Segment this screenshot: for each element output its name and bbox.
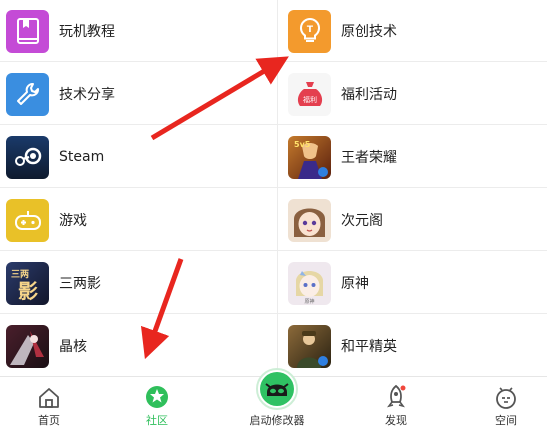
forum-item-label: 游戏 bbox=[59, 213, 87, 229]
forum-item-label: 和平精英 bbox=[341, 339, 397, 355]
forum-item-label: 次元阁 bbox=[341, 213, 383, 229]
home-icon bbox=[39, 388, 59, 408]
wrench-icon bbox=[6, 72, 49, 116]
forum-item-label: 玩机教程 bbox=[59, 24, 115, 40]
forum-item-tutorial[interactable]: 玩机教程 bbox=[6, 0, 274, 62]
forum-item-label: 三两影 bbox=[59, 276, 101, 292]
anime-girl-icon bbox=[288, 198, 331, 242]
tab-discover[interactable]: 发现 bbox=[374, 377, 418, 429]
tab-community[interactable]: 社区 bbox=[135, 377, 179, 429]
tab-space[interactable]: 空间 bbox=[484, 377, 528, 429]
honor-of-kings-icon: 5v5 bbox=[288, 135, 331, 179]
forum-item-label: 原创技术 bbox=[341, 24, 397, 40]
tab-launcher-label: 启动修改器 bbox=[249, 414, 305, 427]
forum-item-label: 技术分享 bbox=[59, 87, 115, 103]
tab-space-label: 空间 bbox=[495, 414, 517, 427]
lightbulb-icon: T bbox=[288, 9, 331, 53]
forum-item-ciyuange[interactable]: 次元阁 bbox=[288, 189, 547, 251]
grid-row: Steam 5v5 王者荣耀 bbox=[0, 126, 547, 188]
grid-row: 技术分享 福利 福利活动 bbox=[0, 63, 547, 125]
forum-item-genshin[interactable]: 原神 原神 bbox=[288, 252, 547, 314]
forum-item-peace-elite[interactable]: 和平精英 bbox=[288, 315, 547, 377]
forum-item-tech-share[interactable]: 技术分享 bbox=[6, 63, 274, 125]
svg-text:福利: 福利 bbox=[303, 95, 317, 104]
money-bag-icon: 福利 bbox=[288, 72, 331, 116]
sanliangying-icon: 三两影 bbox=[6, 261, 49, 305]
forum-item-jinghe[interactable]: 晶核 bbox=[6, 315, 274, 377]
gamepad-icon bbox=[6, 198, 49, 242]
steam-logo-icon bbox=[6, 135, 49, 179]
forum-grid: 玩机教程 T 原创技术 技术分享 福利 福利活动 Steam 5v5 王者荣耀 … bbox=[0, 0, 547, 377]
svg-text:原神: 原神 bbox=[304, 298, 314, 305]
tab-home-label: 首页 bbox=[38, 414, 60, 427]
rocket-icon bbox=[387, 384, 406, 408]
svg-text:5v5: 5v5 bbox=[294, 140, 311, 149]
grid-row: 游戏 次元阁 bbox=[0, 189, 547, 251]
peace-elite-icon bbox=[288, 324, 331, 368]
forum-item-label: 福利活动 bbox=[341, 87, 397, 103]
book-icon bbox=[6, 9, 49, 53]
forum-item-honor-of-kings[interactable]: 5v5 王者荣耀 bbox=[288, 126, 547, 188]
forum-item-original-tech[interactable]: T 原创技术 bbox=[288, 0, 547, 62]
forum-item-label: 原神 bbox=[341, 276, 369, 292]
community-icon bbox=[146, 386, 168, 408]
svg-text:影: 影 bbox=[18, 279, 38, 303]
jinghe-icon bbox=[6, 324, 49, 368]
svg-text:T: T bbox=[306, 25, 313, 35]
profile-face-icon bbox=[496, 387, 516, 409]
forum-item-welfare[interactable]: 福利 福利活动 bbox=[288, 63, 547, 125]
grid-row: 玩机教程 T 原创技术 bbox=[0, 0, 547, 62]
tab-home[interactable]: 首页 bbox=[27, 377, 71, 429]
tab-community-label: 社区 bbox=[146, 414, 168, 427]
forum-item-label: 王者荣耀 bbox=[341, 150, 397, 166]
forum-item-steam[interactable]: Steam bbox=[6, 126, 274, 188]
forum-item-label: Steam bbox=[59, 149, 105, 165]
forum-item-sanliangying[interactable]: 三两影 三两影 bbox=[6, 252, 274, 314]
tab-discover-label: 发现 bbox=[385, 414, 407, 427]
launch-modifier-button[interactable] bbox=[256, 368, 298, 410]
genshin-icon: 原神 bbox=[288, 261, 331, 305]
forum-item-label: 晶核 bbox=[59, 339, 87, 355]
launcher-mascot-icon bbox=[260, 372, 294, 406]
grid-row: 三两影 三两影 原神 原神 bbox=[0, 252, 547, 314]
forum-item-games[interactable]: 游戏 bbox=[6, 189, 274, 251]
